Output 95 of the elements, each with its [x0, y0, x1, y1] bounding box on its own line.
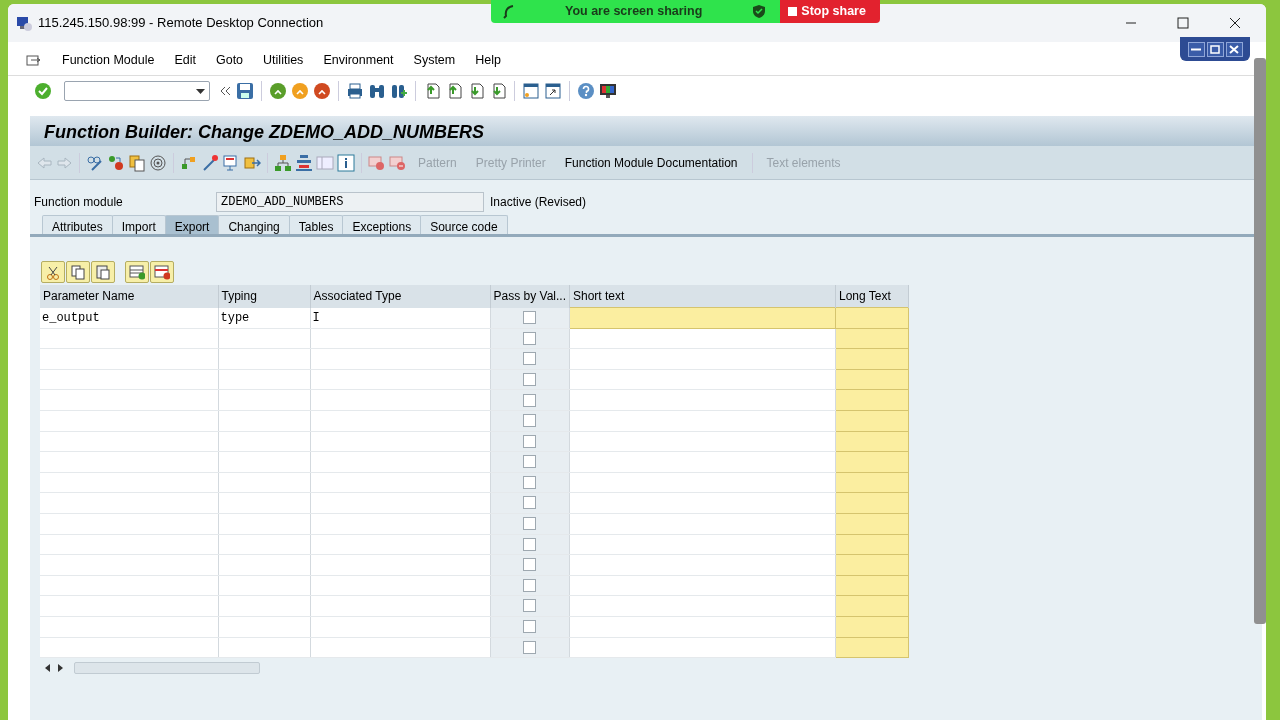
spiral-icon[interactable] — [149, 153, 167, 172]
copy-icon[interactable] — [70, 264, 86, 280]
tree-icon[interactable] — [274, 153, 292, 172]
tab[interactable]: Attributes — [42, 215, 113, 234]
scrollbar-thumb[interactable] — [74, 662, 260, 675]
field-label: Function module — [34, 194, 124, 211]
column-header: Associated Type — [310, 285, 490, 308]
scroll-left-icon[interactable] — [44, 664, 51, 673]
checkbox[interactable] — [523, 352, 537, 366]
square-icon — [788, 7, 798, 16]
checkbox[interactable] — [523, 640, 537, 654]
shortcut-icon[interactable] — [544, 82, 562, 100]
menu-item[interactable]: Help — [475, 51, 501, 70]
column-header: Parameter Name — [40, 285, 218, 308]
insert-row-icon[interactable] — [129, 264, 145, 280]
checkbox[interactable] — [523, 414, 537, 428]
checkbox[interactable] — [523, 578, 537, 592]
column-header: Long Text — [835, 285, 909, 308]
cancel-icon[interactable] — [313, 82, 331, 100]
delete-row-icon[interactable] — [154, 264, 170, 280]
checkbox[interactable] — [523, 558, 537, 572]
save-icon[interactable] — [236, 82, 254, 100]
status-text: Inactive (Revised) — [490, 194, 587, 211]
menu-item[interactable]: Environment — [323, 51, 394, 70]
glasses-pencil-icon[interactable] — [86, 153, 104, 172]
input-cell[interactable] — [835, 307, 909, 329]
tab[interactable]: Export — [164, 215, 220, 234]
menu-item[interactable]: Utilities — [263, 51, 304, 70]
maximize-icon — [1177, 17, 1189, 29]
checkbox[interactable] — [523, 620, 537, 634]
maximize-button[interactable] — [1206, 41, 1224, 57]
checkbox[interactable] — [523, 475, 537, 489]
info-icon[interactable] — [337, 153, 355, 172]
command-field[interactable] — [64, 81, 210, 101]
menu-icon[interactable] — [26, 53, 42, 68]
table-cell: e_output — [40, 307, 218, 329]
input-cell[interactable] — [569, 307, 836, 329]
paste-icon[interactable] — [95, 264, 111, 280]
menu-item[interactable]: Function Module — [62, 51, 155, 70]
checkbox[interactable] — [523, 310, 537, 324]
tab[interactable]: Changing — [218, 215, 290, 234]
column-header: Pass by Val... — [490, 285, 570, 308]
checkbox[interactable] — [523, 372, 537, 386]
checkbox[interactable] — [523, 434, 537, 448]
close-icon — [1228, 43, 1240, 55]
tab[interactable]: Import — [111, 215, 166, 234]
shield-check-icon — [752, 4, 767, 19]
stack-icon[interactable] — [295, 153, 313, 172]
checkbox[interactable] — [523, 331, 537, 345]
checkbox[interactable] — [523, 393, 537, 407]
checkbox[interactable] — [523, 599, 537, 613]
magic-wand-icon[interactable] — [201, 153, 219, 172]
exit-icon[interactable] — [291, 82, 309, 100]
checkbox[interactable] — [523, 517, 537, 531]
double-chevron-icon[interactable] — [218, 84, 232, 98]
menu-item[interactable]: Goto — [215, 51, 244, 70]
close-button[interactable] — [1225, 41, 1243, 57]
checkbox[interactable] — [523, 455, 537, 469]
menu-item[interactable]: Edit — [174, 51, 196, 70]
minimize-button[interactable] — [1187, 41, 1205, 57]
computer-icon — [16, 15, 32, 31]
new-window-icon[interactable] — [522, 82, 540, 100]
cut-icon[interactable] — [45, 264, 61, 280]
dropdown-caret-icon — [196, 88, 205, 94]
binoculars-icon[interactable] — [368, 82, 386, 100]
objects-icon[interactable] — [107, 153, 125, 172]
scroll-right-icon[interactable] — [57, 664, 64, 673]
tab[interactable]: Tables — [288, 215, 344, 234]
tab[interactable]: Source code — [420, 215, 508, 234]
documents-icon[interactable] — [128, 153, 146, 172]
checkbox[interactable] — [523, 537, 537, 551]
screen-icon[interactable] — [222, 153, 240, 172]
tab[interactable]: Exceptions — [342, 215, 422, 234]
scrollbar[interactable] — [1254, 58, 1266, 624]
maximize-icon — [1209, 43, 1221, 55]
stop-program-icon[interactable] — [389, 153, 407, 172]
printer-icon[interactable] — [346, 82, 364, 100]
column-header: Typing — [218, 285, 310, 308]
minimize-icon — [1190, 47, 1202, 51]
toolbar-button[interactable]: Function Module Documentation — [556, 153, 746, 172]
check-icon[interactable] — [34, 82, 52, 100]
minimize-icon — [1125, 22, 1137, 24]
menu-item[interactable]: System — [413, 51, 456, 70]
leaf-icon — [503, 4, 515, 19]
window-title: 115.245.150.98:99 - Remote Desktop Connection — [38, 14, 324, 33]
stop-screen-icon[interactable] — [368, 153, 386, 172]
monitor-icon[interactable] — [599, 82, 617, 100]
close-icon — [1229, 17, 1241, 29]
back-icon[interactable] — [269, 82, 287, 100]
binoculars-plus-icon[interactable] — [390, 82, 408, 100]
function-module-field[interactable]: ZDEMO_ADD_NUMBERS — [216, 192, 484, 212]
column-header: Short text — [569, 285, 836, 308]
stop-share-button[interactable]: Stop share — [780, 0, 880, 23]
checkbox[interactable] — [523, 496, 537, 510]
share-message: You are screen sharing — [565, 3, 703, 21]
